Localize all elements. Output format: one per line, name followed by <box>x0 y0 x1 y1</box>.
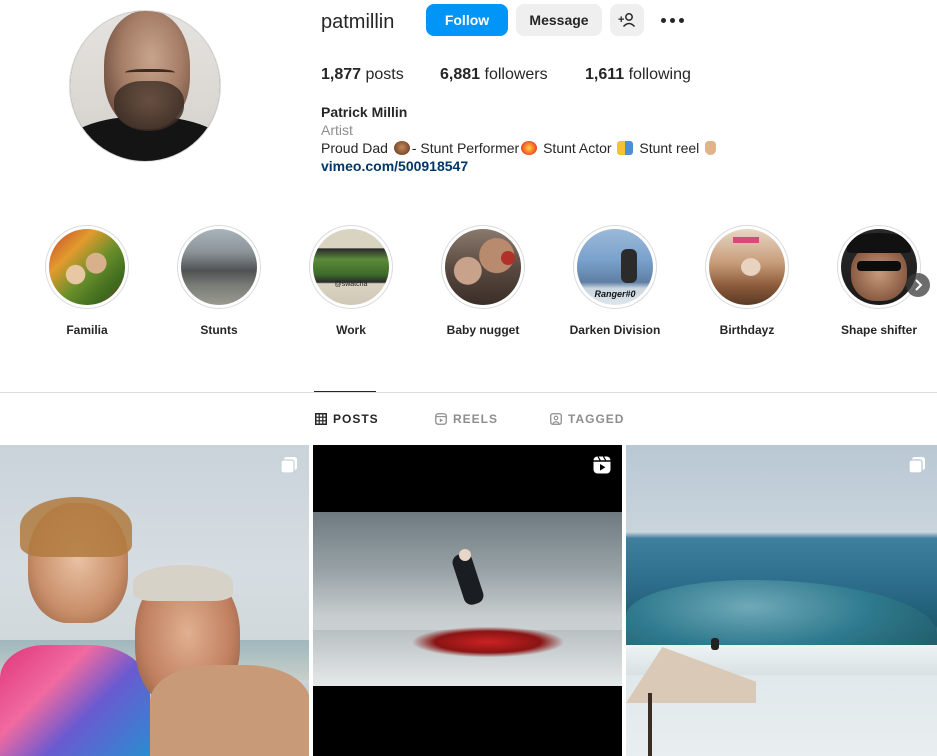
collision-emoji-icon <box>521 141 538 155</box>
highlight-overlay-text: Ranger#0 <box>594 289 636 299</box>
highlight-label: Work <box>336 323 366 337</box>
more-dots-icon <box>660 17 684 23</box>
highlight-label: Familia <box>66 323 108 337</box>
post-thumbnail-3[interactable] <box>626 445 937 756</box>
tab-label: POSTS <box>333 412 379 426</box>
follow-button[interactable]: Follow <box>426 4 508 36</box>
highlight-label: Shape shifter <box>840 323 918 337</box>
highlight-familia[interactable]: Familia <box>27 225 147 337</box>
masks-emoji-icon <box>617 141 634 155</box>
tab-posts[interactable]: POSTS <box>315 412 379 426</box>
post-thumbnail-1[interactable] <box>0 445 309 756</box>
carousel-icon <box>280 457 297 474</box>
bio-part-4: Stunt reel <box>639 140 700 156</box>
highlight-label: Baby nugget <box>446 323 520 337</box>
highlight-cover: @swatcha <box>313 229 389 305</box>
highlight-label: Darken Division <box>569 323 661 337</box>
monkey-emoji-icon <box>393 141 410 155</box>
post-thumbnail-2[interactable] <box>313 445 622 756</box>
profile-full-name: Patrick Millin <box>321 104 408 120</box>
tab-label: REELS <box>453 412 499 426</box>
profile-avatar[interactable] <box>69 10 221 162</box>
following-count: 1,611 <box>585 66 625 83</box>
highlight-label: Stunts <box>200 323 238 337</box>
highlight-baby-nugget[interactable]: Baby nugget <box>423 225 543 337</box>
grid-icon <box>315 413 327 425</box>
highlight-cover <box>445 229 521 305</box>
profile-website-link[interactable]: vimeo.com/500918547 <box>321 158 468 174</box>
chevron-right-icon <box>915 279 923 291</box>
following-label: following <box>628 66 691 83</box>
following-stat[interactable]: 1,611 following <box>585 66 691 84</box>
posts-label: posts <box>365 66 404 83</box>
bio-part-3: Stunt Actor <box>543 140 612 156</box>
highlight-cover <box>181 229 257 305</box>
profile-bio: Proud Dad - Stunt Performer Stunt Actor … <box>321 140 718 156</box>
posts-count: 1,877 <box>321 66 362 83</box>
profile-username: patmillin <box>321 11 395 33</box>
more-options-button[interactable] <box>654 4 690 36</box>
followers-label: followers <box>484 66 548 83</box>
svg-text:+: + <box>618 14 624 26</box>
message-button[interactable]: Message <box>516 4 602 36</box>
reels-icon <box>435 413 447 425</box>
highlight-label: Birthdayz <box>719 323 775 337</box>
highlight-cover <box>709 229 785 305</box>
bio-part-1: Proud Dad <box>321 140 388 156</box>
tabs-divider <box>0 392 937 393</box>
highlight-stunts[interactable]: Stunts <box>159 225 279 337</box>
highlight-birthdayz[interactable]: Birthdayz <box>687 225 807 337</box>
tagged-icon <box>550 413 562 425</box>
followers-stat[interactable]: 6,881 followers <box>440 66 548 84</box>
tab-reels[interactable]: REELS <box>435 412 498 426</box>
profile-category: Artist <box>321 122 353 138</box>
bio-part-2: - Stunt Performer <box>411 140 520 156</box>
reel-icon <box>593 456 611 474</box>
pointing-down-emoji-icon <box>705 141 717 155</box>
highlight-cover <box>49 229 125 305</box>
active-tab-indicator <box>314 391 376 392</box>
tab-label: TAGGED <box>568 412 625 426</box>
highlight-cover <box>841 229 917 305</box>
followers-count: 6,881 <box>440 66 481 83</box>
highlights-next-button[interactable] <box>906 273 930 297</box>
highlight-work[interactable]: @swatcha Work <box>291 225 411 337</box>
carousel-icon <box>908 457 925 474</box>
add-user-icon: + <box>618 13 636 28</box>
highlight-darken-division[interactable]: Ranger#0 Darken Division <box>555 225 675 337</box>
posts-stat: 1,877 posts <box>321 66 404 84</box>
add-user-button[interactable]: + <box>610 4 644 36</box>
tab-tagged[interactable]: TAGGED <box>550 412 624 426</box>
highlight-overlay-text: @swatcha <box>334 281 368 288</box>
highlight-cover: Ranger#0 <box>577 229 653 305</box>
